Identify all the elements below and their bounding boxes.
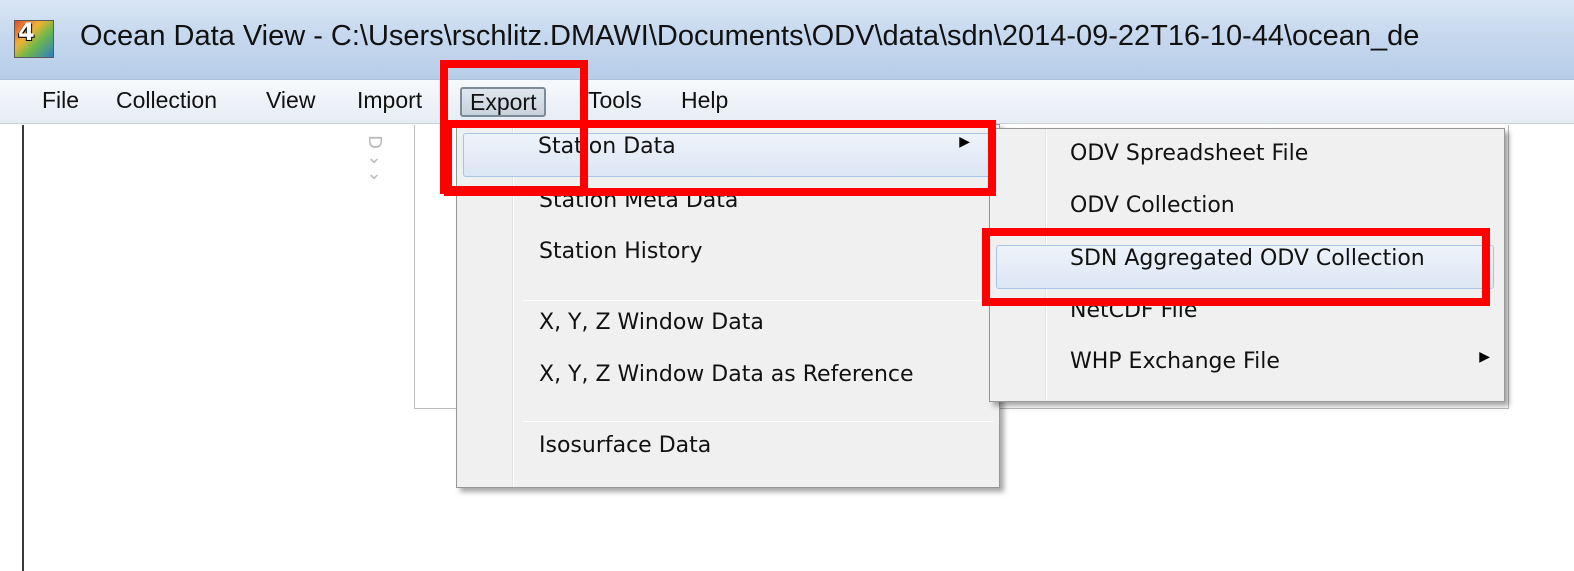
annotation-box-station-data [444,120,996,196]
menu-separator [523,300,993,301]
panel-label-glyph: D [364,135,385,149]
collapsed-panel-arrows[interactable]: D ⌄ ⌄ [364,134,385,184]
menu-file[interactable]: File [42,87,79,117]
menu-item-xyz-window-data-reference[interactable]: X, Y, Z Window Data as Reference [539,362,914,406]
menu-item-xyz-window-data[interactable]: X, Y, Z Window Data [539,310,764,354]
menu-item-station-history[interactable]: Station History [539,239,702,283]
menu-collection[interactable]: Collection [116,87,217,117]
menu-bar: File Collection View Import Export Tools… [0,80,1574,124]
menu-help[interactable]: Help [681,87,728,117]
menu-separator [523,421,993,422]
menu-item-label: WHP Exchange File [1070,349,1280,374]
annotation-box-sdn-aggregated [982,228,1490,306]
menu-item-isosurface-data[interactable]: Isosurface Data [539,433,711,477]
menu-view[interactable]: View [266,87,315,117]
title-bar: 4 Ocean Data View - C:\Users\rschlitz.DM… [0,0,1574,80]
menu-item-whp-exchange-file[interactable]: WHP Exchange File ▶ [1070,349,1490,393]
submenu-arrow-icon: ▶ [1479,349,1490,365]
chevron-down-icon: ⌄ [366,163,382,184]
menu-item-odv-spreadsheet-file[interactable]: ODV Spreadsheet File [1070,141,1308,185]
odv-app-icon[interactable]: 4 [14,18,54,58]
menu-tools[interactable]: Tools [588,87,642,117]
app-icon-number: 4 [18,18,35,46]
window-title: Ocean Data View - C:\Users\rschlitz.DMAW… [80,20,1420,52]
menu-import[interactable]: Import [357,87,422,117]
left-panel-border [22,125,24,571]
